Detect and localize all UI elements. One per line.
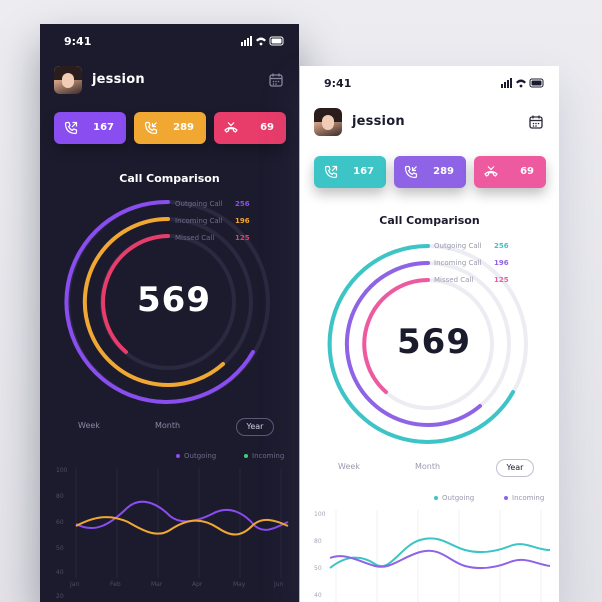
y-tick-80-light: 80: [314, 538, 322, 545]
avatar[interactable]: [54, 66, 82, 94]
missed-call-icon: [224, 122, 238, 133]
total-calls: 569: [137, 280, 211, 320]
legend-outgoing-label-light: Outgoing Call: [434, 242, 482, 250]
period-week-light[interactable]: Week: [338, 462, 360, 471]
profile-header-light: jession: [314, 108, 545, 138]
period-year[interactable]: Year: [236, 418, 274, 436]
y-tick-50: 50: [56, 545, 64, 552]
incoming-call-icon: [144, 121, 158, 135]
period-selector-light: Week Month Year: [300, 459, 559, 477]
missed-call-button-light[interactable]: 69: [474, 156, 546, 188]
x-tick-may: May: [233, 581, 246, 588]
outgoing-dot: [176, 454, 180, 458]
outgoing-call-button[interactable]: 167: [54, 112, 126, 144]
call-buttons-light: 167 289 69: [314, 156, 546, 188]
incoming-call-icon-light: [404, 165, 418, 179]
status-bar-light: 9:41: [300, 66, 559, 98]
y-tick-100-light: 100: [314, 511, 326, 518]
chart-legend-outgoing-light: Outgoing: [434, 494, 474, 502]
chart-legend-incoming-light: Incoming: [504, 494, 544, 502]
missed-call-count: 69: [260, 122, 274, 133]
status-time: 9:41: [64, 35, 92, 48]
y-tick-40-light: 40: [314, 592, 322, 599]
period-week[interactable]: Week: [78, 421, 100, 430]
x-tick-jun: Jun: [273, 581, 284, 588]
period-year-light[interactable]: Year: [496, 459, 534, 477]
avatar-light[interactable]: [314, 108, 342, 136]
y-tick-100: 100: [56, 467, 68, 474]
dark-phone-screen: 9:41 jession 167 289 69 Call Comparison …: [40, 24, 299, 602]
legend-missed-value: 125: [235, 234, 250, 242]
incoming-call-button[interactable]: 289: [134, 112, 206, 144]
chart-legend-incoming: Incoming: [244, 452, 284, 460]
missed-call-count-light: 69: [520, 166, 534, 177]
outgoing-call-button-light[interactable]: 167: [314, 156, 386, 188]
calendar-icon-light[interactable]: [529, 115, 543, 129]
incoming-dot: [244, 454, 248, 458]
chart-legend-outgoing: Outgoing: [176, 452, 216, 460]
legend-outgoing-label: Outgoing Call: [175, 200, 223, 208]
outgoing-call-count-light: 167: [353, 166, 374, 177]
outgoing-call-count: 167: [93, 122, 114, 133]
x-tick-feb: Feb: [110, 581, 121, 588]
status-icons-light: [501, 78, 544, 88]
period-month[interactable]: Month: [155, 421, 180, 430]
total-calls-light: 569: [397, 322, 471, 362]
legend-incoming-value: 196: [235, 217, 250, 225]
user-name-light: jession: [352, 114, 405, 129]
period-month-light[interactable]: Month: [415, 462, 440, 471]
status-bar: 9:41: [40, 24, 299, 56]
legend-missed-label-light: Missed Call: [434, 276, 474, 284]
chart-legend-outgoing-label: Outgoing: [184, 452, 217, 460]
light-phone-screen: 9:41 jession 167 289 69 Call Comparison …: [300, 66, 559, 602]
chart-legend-outgoing-label-light: Outgoing: [442, 494, 475, 502]
outgoing-call-icon-light: [324, 165, 338, 179]
y-tick-20: 20: [56, 593, 64, 600]
x-tick-apr: Apr: [192, 581, 203, 588]
line-chart: 100 80 60 50 40 20 Jan Feb Mar Apr May J…: [56, 467, 289, 600]
missed-call-button[interactable]: 69: [214, 112, 286, 144]
outgoing-dot-light: [434, 496, 438, 500]
incoming-call-count: 289: [173, 122, 194, 133]
y-tick-60: 60: [56, 519, 64, 526]
user-name: jession: [92, 72, 145, 87]
x-tick-mar: Mar: [151, 581, 163, 588]
chart-legend-incoming-label-light: Incoming: [512, 494, 545, 502]
status-icons: [241, 36, 284, 46]
y-tick-40: 40: [56, 569, 64, 576]
calendar-icon[interactable]: [269, 73, 283, 87]
incoming-call-count-light: 289: [433, 166, 454, 177]
profile-header: jession: [54, 66, 285, 96]
chart-legend-incoming-label: Incoming: [252, 452, 285, 460]
outgoing-call-icon: [64, 121, 78, 135]
y-tick-50-light: 50: [314, 565, 322, 572]
line-chart-light: 100 80 50 40: [314, 510, 551, 602]
missed-call-icon-light: [484, 166, 498, 177]
legend-missed-label: Missed Call: [175, 234, 215, 242]
x-tick-jan: Jan: [69, 581, 79, 588]
legend-incoming-label-light: Incoming Call: [434, 259, 482, 267]
call-buttons: 167 289 69: [54, 112, 286, 144]
outgoing-line: [75, 500, 289, 531]
legend-incoming-value-light: 196: [494, 259, 509, 267]
y-tick-80: 80: [56, 493, 64, 500]
status-time-light: 9:41: [324, 77, 352, 90]
legend-outgoing-value-light: 256: [494, 242, 509, 250]
legend-missed-value-light: 125: [494, 276, 509, 284]
incoming-call-button-light[interactable]: 289: [394, 156, 466, 188]
legend-incoming-label: Incoming Call: [175, 217, 223, 225]
period-selector: Week Month Year: [40, 418, 299, 436]
incoming-dot-light: [504, 496, 508, 500]
legend-outgoing-value: 256: [235, 200, 250, 208]
